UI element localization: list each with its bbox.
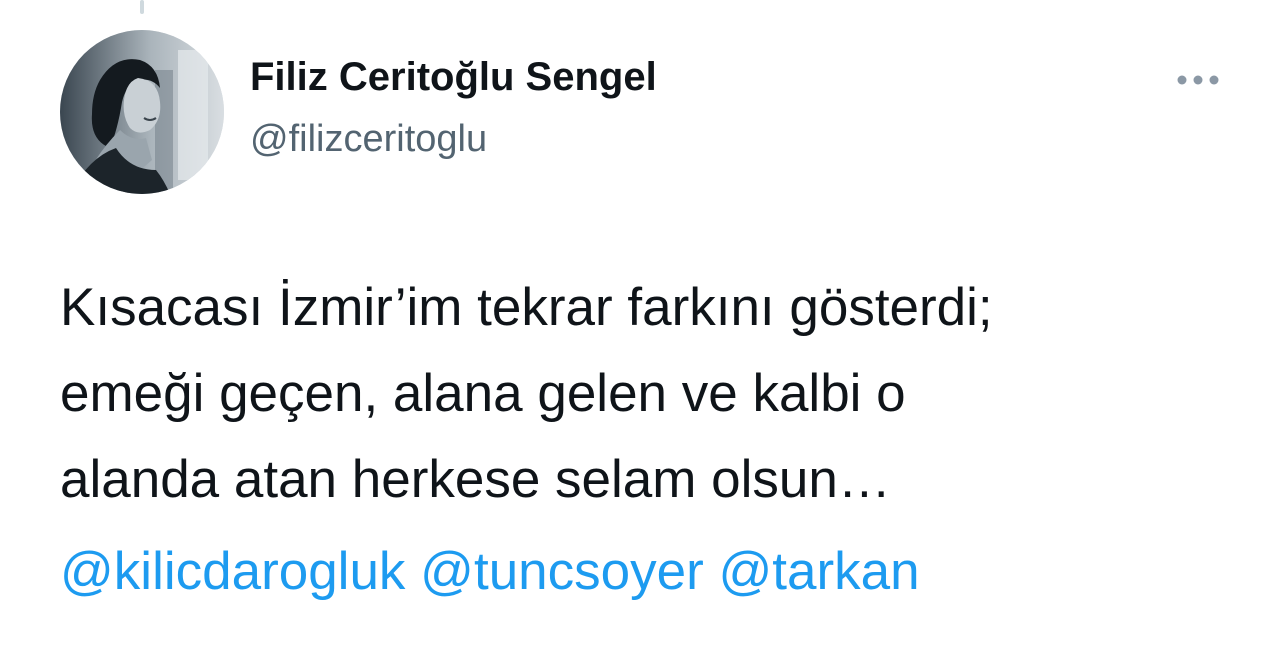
more-horizontal-icon [1177, 75, 1219, 85]
tweet-text-line: alanda atan herkese selam olsun… [60, 450, 891, 509]
avatar[interactable] [60, 30, 224, 194]
mention-link-kilicdarogluk[interactable]: @kilicdarogluk [60, 542, 405, 601]
author-handle[interactable]: @filizceritoglu [250, 118, 487, 161]
tweet-mentions: @kilicdarogluk @tuncsoyer @tarkan [60, 529, 920, 615]
more-options-button[interactable] [1168, 60, 1228, 100]
tweet-text-line: Kısacası İzmir’im tekrar farkını gösterd… [60, 278, 993, 337]
mention-link-tarkan[interactable]: @tarkan [719, 542, 920, 601]
avatar-photo-icon [60, 30, 224, 194]
thread-connector-line [140, 0, 144, 14]
mention-link-tuncsoyer[interactable]: @tuncsoyer [420, 542, 704, 601]
tweet-text-line: emeği geçen, alana gelen ve kalbi o [60, 364, 906, 423]
tweet-text: Kısacası İzmir’im tekrar farkını gösterd… [60, 265, 1260, 523]
author-display-name[interactable]: Filiz Ceritoğlu Sengel [250, 55, 657, 100]
